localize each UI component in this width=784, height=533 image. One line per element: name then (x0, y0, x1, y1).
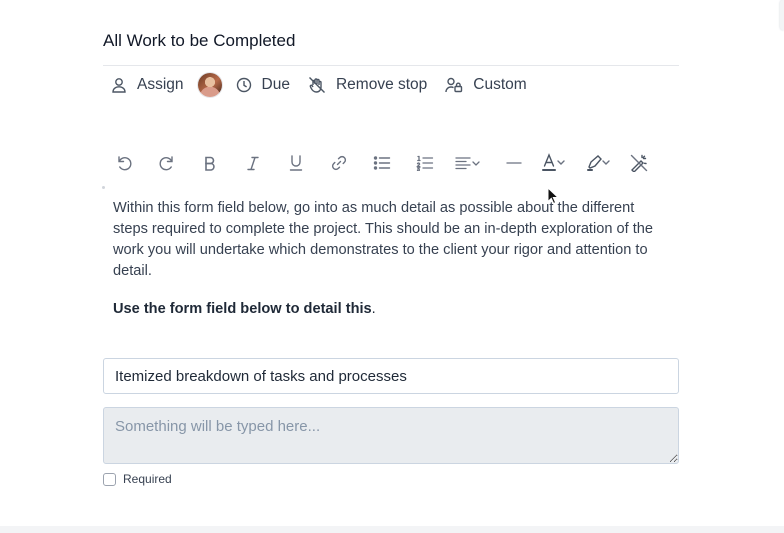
highlighter-icon (587, 155, 610, 171)
chevron-down-icon (472, 161, 480, 166)
link-icon (331, 155, 347, 171)
bottom-divider (0, 526, 784, 533)
text-color-icon (542, 153, 565, 171)
remove-stop-button[interactable]: Remove stop (308, 76, 427, 94)
due-button[interactable]: Due (236, 76, 290, 94)
assignee-avatar[interactable] (197, 73, 222, 97)
drag-handle[interactable] (102, 186, 105, 189)
horizontal-rule-icon (506, 162, 522, 164)
due-label: Due (261, 76, 290, 93)
custom-label: Custom (473, 76, 527, 93)
clear-format-button[interactable] (628, 151, 650, 175)
user-icon (112, 78, 126, 93)
chevron-down-icon (602, 160, 610, 165)
numbered-list-button[interactable] (414, 151, 436, 175)
assign-button[interactable]: Assign (111, 76, 184, 94)
clock-icon (236, 77, 251, 93)
underline-button[interactable] (285, 151, 307, 175)
custom-button[interactable]: Custom (445, 76, 527, 94)
chevron-down-icon (557, 160, 565, 165)
user-lock-icon (445, 77, 463, 93)
field-instruction: Use the form field below to detail this. (113, 301, 376, 317)
align-dropdown[interactable] (454, 151, 486, 175)
italic-icon (247, 156, 259, 171)
panel-edge-tab (780, 0, 784, 30)
horizontal-rule-button[interactable] (503, 151, 525, 175)
undo-icon (118, 156, 132, 171)
text-color-dropdown[interactable] (541, 151, 573, 175)
bullet-list-button[interactable] (371, 151, 393, 175)
instruction-bold-text: Use the form field below to detail this (113, 301, 372, 317)
numbered-list-icon (416, 155, 434, 171)
instruction-tail: . (371, 301, 376, 317)
highlight-dropdown[interactable] (584, 151, 616, 175)
mouse-pointer-icon (547, 187, 559, 205)
remove-stop-label: Remove stop (335, 76, 428, 93)
redo-button[interactable] (156, 151, 178, 175)
task-meta-row: Assign Due Remove stop Custom (111, 72, 527, 98)
bold-button[interactable] (199, 151, 221, 175)
assign-label: Assign (137, 76, 184, 93)
align-left-icon (455, 157, 480, 170)
redo-icon (159, 156, 173, 171)
italic-button[interactable] (242, 151, 264, 175)
editor-toolbar (113, 150, 650, 176)
bold-icon (205, 156, 215, 171)
link-button[interactable] (328, 151, 350, 175)
title-divider (103, 65, 679, 66)
required-label: Required (123, 472, 172, 486)
undo-button[interactable] (113, 151, 135, 175)
underline-icon (289, 155, 303, 171)
hand-stop-off-icon (308, 77, 325, 93)
required-toggle: Required (103, 472, 172, 486)
response-textarea[interactable] (103, 407, 679, 464)
required-checkbox[interactable] (103, 472, 116, 486)
magic-wand-off-icon (630, 154, 648, 172)
bullet-list-icon (373, 156, 391, 170)
field-description: Within this form field below, go into as… (113, 200, 654, 279)
task-title[interactable]: All Work to be Completed (103, 31, 295, 51)
field-title-input[interactable] (103, 358, 679, 394)
